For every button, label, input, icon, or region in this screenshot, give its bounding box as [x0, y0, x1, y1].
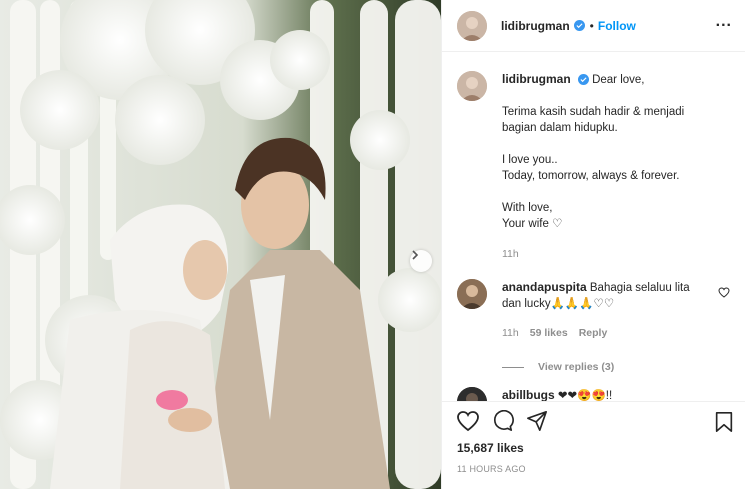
- view-replies-label: View replies (3): [538, 361, 615, 373]
- caption-text: I love you..: [502, 154, 558, 166]
- avatar-image: [457, 387, 487, 401]
- post-timestamp[interactable]: 11 HOURS AGO: [457, 464, 526, 474]
- comment-likes[interactable]: 59 likes: [530, 325, 568, 341]
- avatar[interactable]: [457, 71, 487, 101]
- comment-time[interactable]: 11h: [502, 325, 519, 341]
- separator-dot: •: [589, 18, 594, 33]
- post-header: lidibrugman • Follow ...: [442, 0, 745, 52]
- caption-text: Your wife ♡: [502, 218, 563, 230]
- verified-badge-icon: [573, 20, 585, 31]
- likes-count[interactable]: 15,687 likes: [457, 441, 524, 455]
- caption-text: With love,: [502, 202, 553, 214]
- caption-text: bagian dalam hidupku.: [502, 122, 618, 134]
- heart-icon[interactable]: [456, 410, 480, 432]
- avatar-image: [457, 71, 487, 101]
- comment-text: ❤❤😍😍!!: [557, 390, 613, 401]
- post-photo[interactable]: [0, 0, 441, 489]
- caption-text: Today, tomorrow, always & forever.: [502, 170, 680, 182]
- share-icon[interactable]: [526, 410, 548, 432]
- comment-username[interactable]: abillbugs: [502, 388, 555, 401]
- caption-text: Dear love,: [592, 74, 645, 86]
- post-actions: 15,687 likes 11 HOURS AGO: [442, 401, 745, 489]
- avatar-image: [457, 279, 487, 309]
- caption-time: 11h: [502, 248, 519, 260]
- view-replies-button[interactable]: View replies (3): [502, 359, 707, 375]
- avatar-image: [457, 10, 487, 41]
- instagram-post: lidibrugman • Follow ... lidibrugman Dea…: [0, 0, 745, 489]
- reply-button[interactable]: Reply: [579, 325, 608, 341]
- heart-icon[interactable]: [718, 287, 730, 298]
- wedding-photo-illustration: [0, 0, 441, 489]
- avatar[interactable]: [457, 10, 487, 41]
- divider: [502, 366, 524, 368]
- post-caption: lidibrugman Dear love, Terima kasih suda…: [457, 71, 737, 262]
- chevron-right-icon: [412, 250, 419, 260]
- avatar[interactable]: [457, 387, 487, 401]
- username-link[interactable]: lidibrugman: [501, 19, 570, 33]
- bookmark-icon[interactable]: [714, 411, 734, 433]
- caption-text: Terima kasih sudah hadir & menjadi: [502, 106, 685, 118]
- comment-item: anandapuspita Bahagia selaluu lita dan l…: [457, 279, 737, 375]
- verified-badge-icon: [577, 74, 589, 85]
- username-link[interactable]: lidibrugman: [502, 72, 571, 86]
- follow-button[interactable]: Follow: [598, 19, 636, 33]
- comment-item: abillbugs ❤❤😍😍!!: [457, 387, 737, 401]
- comment-username[interactable]: anandapuspita: [502, 280, 587, 294]
- comment-icon[interactable]: [492, 410, 514, 432]
- post-side-panel: lidibrugman • Follow ... lidibrugman Dea…: [441, 0, 745, 489]
- next-photo-button[interactable]: [410, 250, 432, 272]
- comments-section[interactable]: lidibrugman Dear love, Terima kasih suda…: [442, 53, 745, 401]
- more-options-button[interactable]: ...: [716, 13, 732, 31]
- avatar[interactable]: [457, 279, 487, 309]
